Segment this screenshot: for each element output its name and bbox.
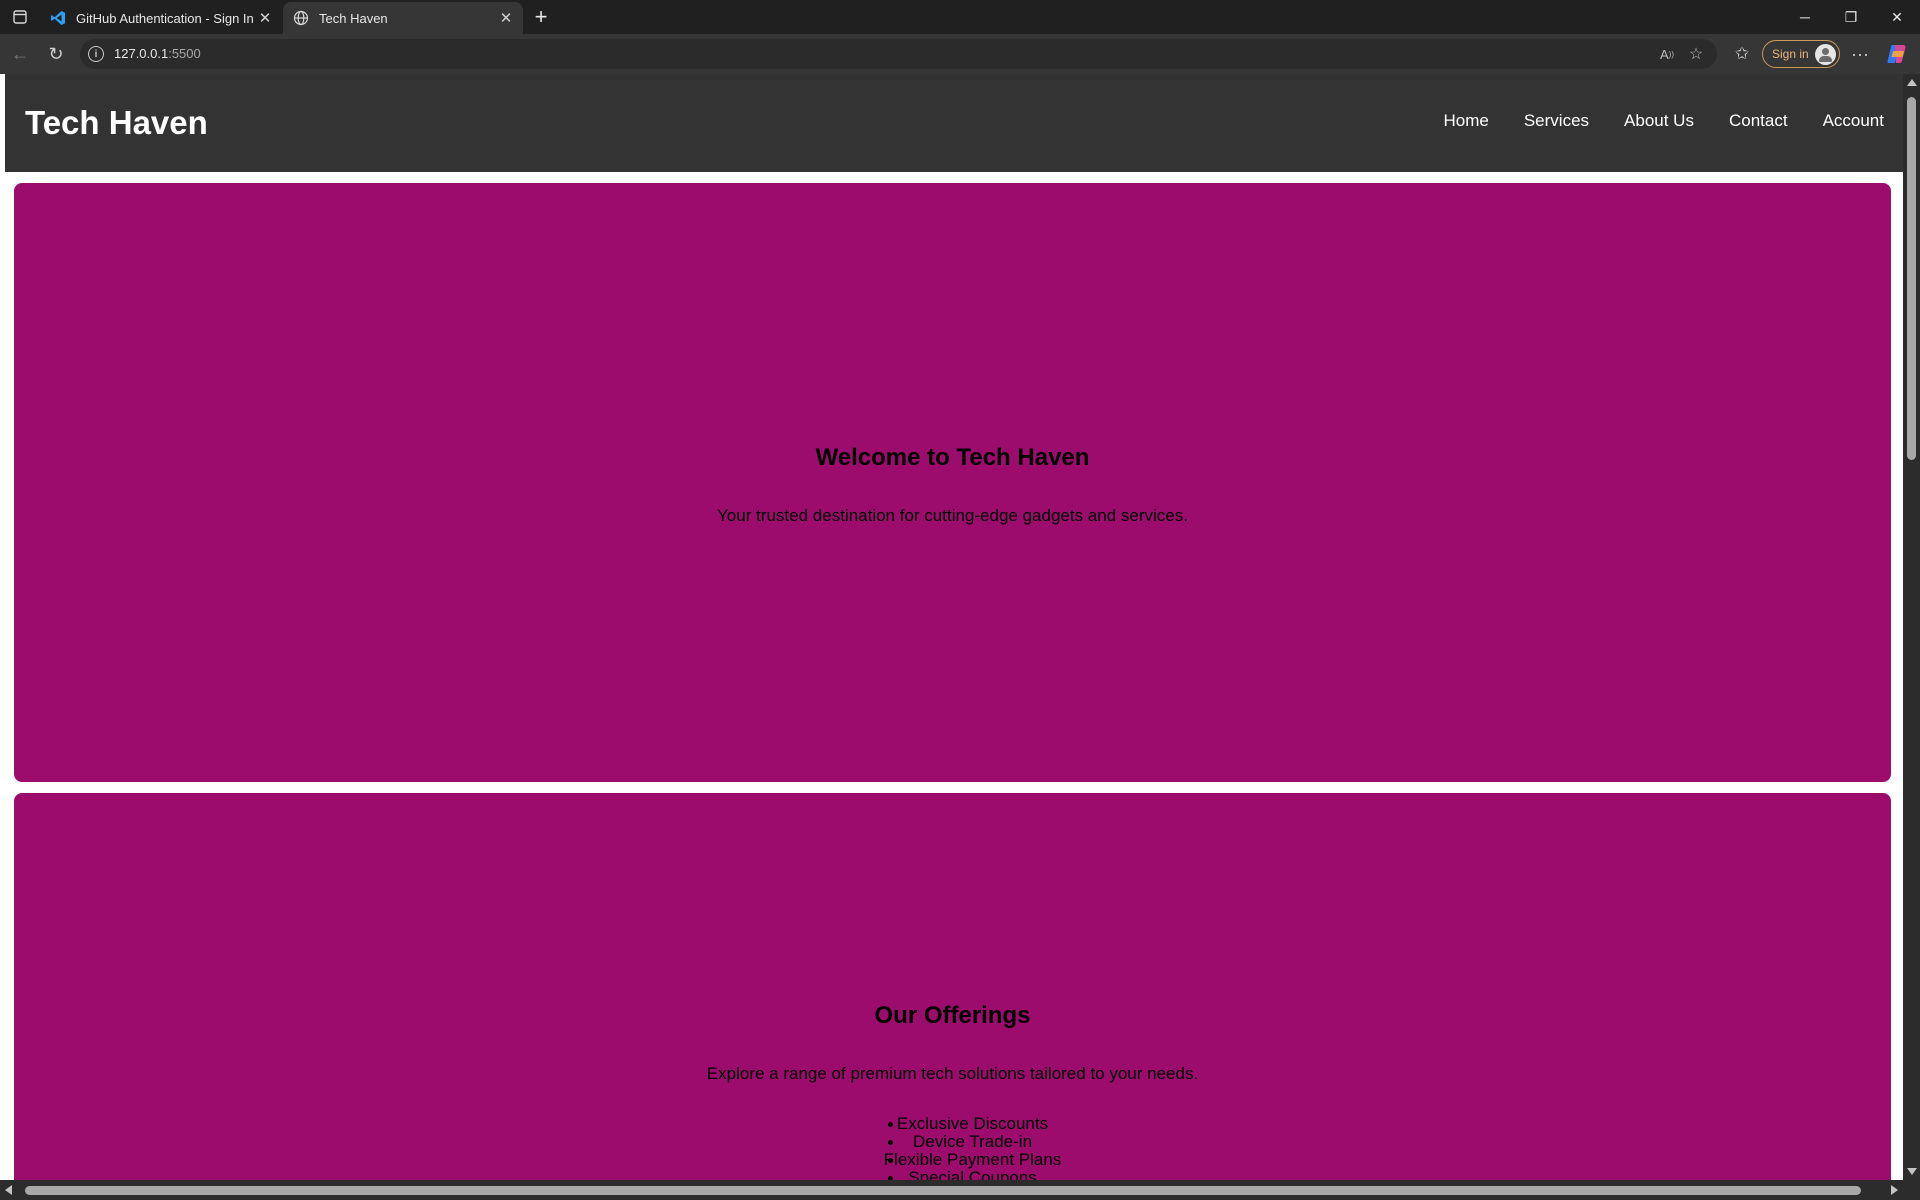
close-window-icon[interactable]: ✕	[1874, 0, 1920, 34]
nav-account[interactable]: Account	[1823, 111, 1884, 131]
minimize-icon[interactable]: ─	[1782, 0, 1828, 34]
favorite-star-icon[interactable]: ☆	[1686, 44, 1706, 64]
new-tab-icon[interactable]: +	[527, 4, 555, 30]
tab-title: GitHub Authentication - Sign In	[76, 10, 254, 26]
scrollbar-corner	[1903, 1180, 1920, 1200]
list-item: Device Trade-in	[14, 1133, 1891, 1151]
main-nav: Home Services About Us Contact Account	[1408, 111, 1884, 131]
tab-actions-icon[interactable]	[8, 5, 32, 29]
scroll-left-icon[interactable]	[5, 1185, 12, 1195]
close-tab-icon[interactable]: ✕	[254, 7, 276, 29]
tab-strip: GitHub Authentication - Sign In ✕ Tech H…	[0, 0, 1920, 34]
address-bar[interactable]: i 127.0.0.1:5500 A)) ☆	[80, 39, 1717, 69]
scroll-up-icon[interactable]	[1907, 79, 1917, 86]
refresh-icon[interactable]: ↻	[42, 40, 70, 68]
back-icon[interactable]: ←	[6, 40, 34, 68]
welcome-section: Welcome to Tech Haven Your trusted desti…	[14, 183, 1891, 782]
offerings-subtitle: Explore a range of premium tech solution…	[706, 1064, 1199, 1083]
horizontal-scrollbar[interactable]	[0, 1180, 1903, 1200]
favorites-icon[interactable]: ✩	[1728, 40, 1756, 68]
offerings-heading: Our Offerings	[874, 1002, 1031, 1029]
list-item: Flexible Payment Plans	[14, 1151, 1891, 1169]
globe-icon	[293, 10, 309, 26]
vertical-scrollbar[interactable]	[1903, 74, 1920, 1180]
site-logo[interactable]: Tech Haven	[25, 104, 208, 142]
nav-services[interactable]: Services	[1524, 111, 1589, 131]
scroll-right-icon[interactable]	[1891, 1185, 1898, 1195]
sign-in-button[interactable]: Sign in	[1762, 40, 1840, 68]
site-header: Tech Haven Home Services About Us Contac…	[5, 74, 1905, 172]
tab-tech-haven[interactable]: Tech Haven ✕	[283, 2, 523, 34]
horizontal-scroll-thumb[interactable]	[25, 1186, 1861, 1195]
tab-title: Tech Haven	[319, 10, 388, 26]
vertical-scroll-thumb[interactable]	[1907, 97, 1916, 460]
profile-avatar-icon	[1815, 44, 1836, 65]
page-viewport: Tech Haven Home Services About Us Contac…	[0, 74, 1920, 1200]
sign-in-label: Sign in	[1772, 47, 1809, 61]
offerings-list: Exclusive Discounts Device Trade-in Flex…	[14, 1115, 1891, 1187]
scroll-down-icon[interactable]	[1907, 1168, 1917, 1175]
list-item: Exclusive Discounts	[14, 1115, 1891, 1133]
nav-contact[interactable]: Contact	[1729, 111, 1788, 131]
more-options-icon[interactable]: ···	[1846, 40, 1874, 68]
read-aloud-icon[interactable]: A))	[1657, 44, 1677, 64]
nav-about-us[interactable]: About Us	[1624, 111, 1694, 131]
restore-icon[interactable]: ❐	[1828, 0, 1874, 34]
tab-github-auth[interactable]: GitHub Authentication - Sign In ✕	[40, 2, 282, 34]
welcome-heading: Welcome to Tech Haven	[815, 444, 1090, 471]
copilot-icon[interactable]	[1885, 42, 1909, 66]
close-tab-icon[interactable]: ✕	[495, 7, 517, 29]
browser-toolbar: ← ↻ i 127.0.0.1:5500 A)) ☆ ✩ Sign in ···	[0, 34, 1920, 74]
nav-home[interactable]: Home	[1443, 111, 1488, 131]
offerings-section: Our Offerings Explore a range of premium…	[14, 793, 1891, 1200]
welcome-subtitle: Your trusted destination for cutting-edg…	[717, 506, 1188, 525]
vscode-icon	[50, 10, 66, 26]
site-info-icon[interactable]: i	[88, 46, 104, 62]
address-text[interactable]: 127.0.0.1:5500	[114, 46, 201, 61]
